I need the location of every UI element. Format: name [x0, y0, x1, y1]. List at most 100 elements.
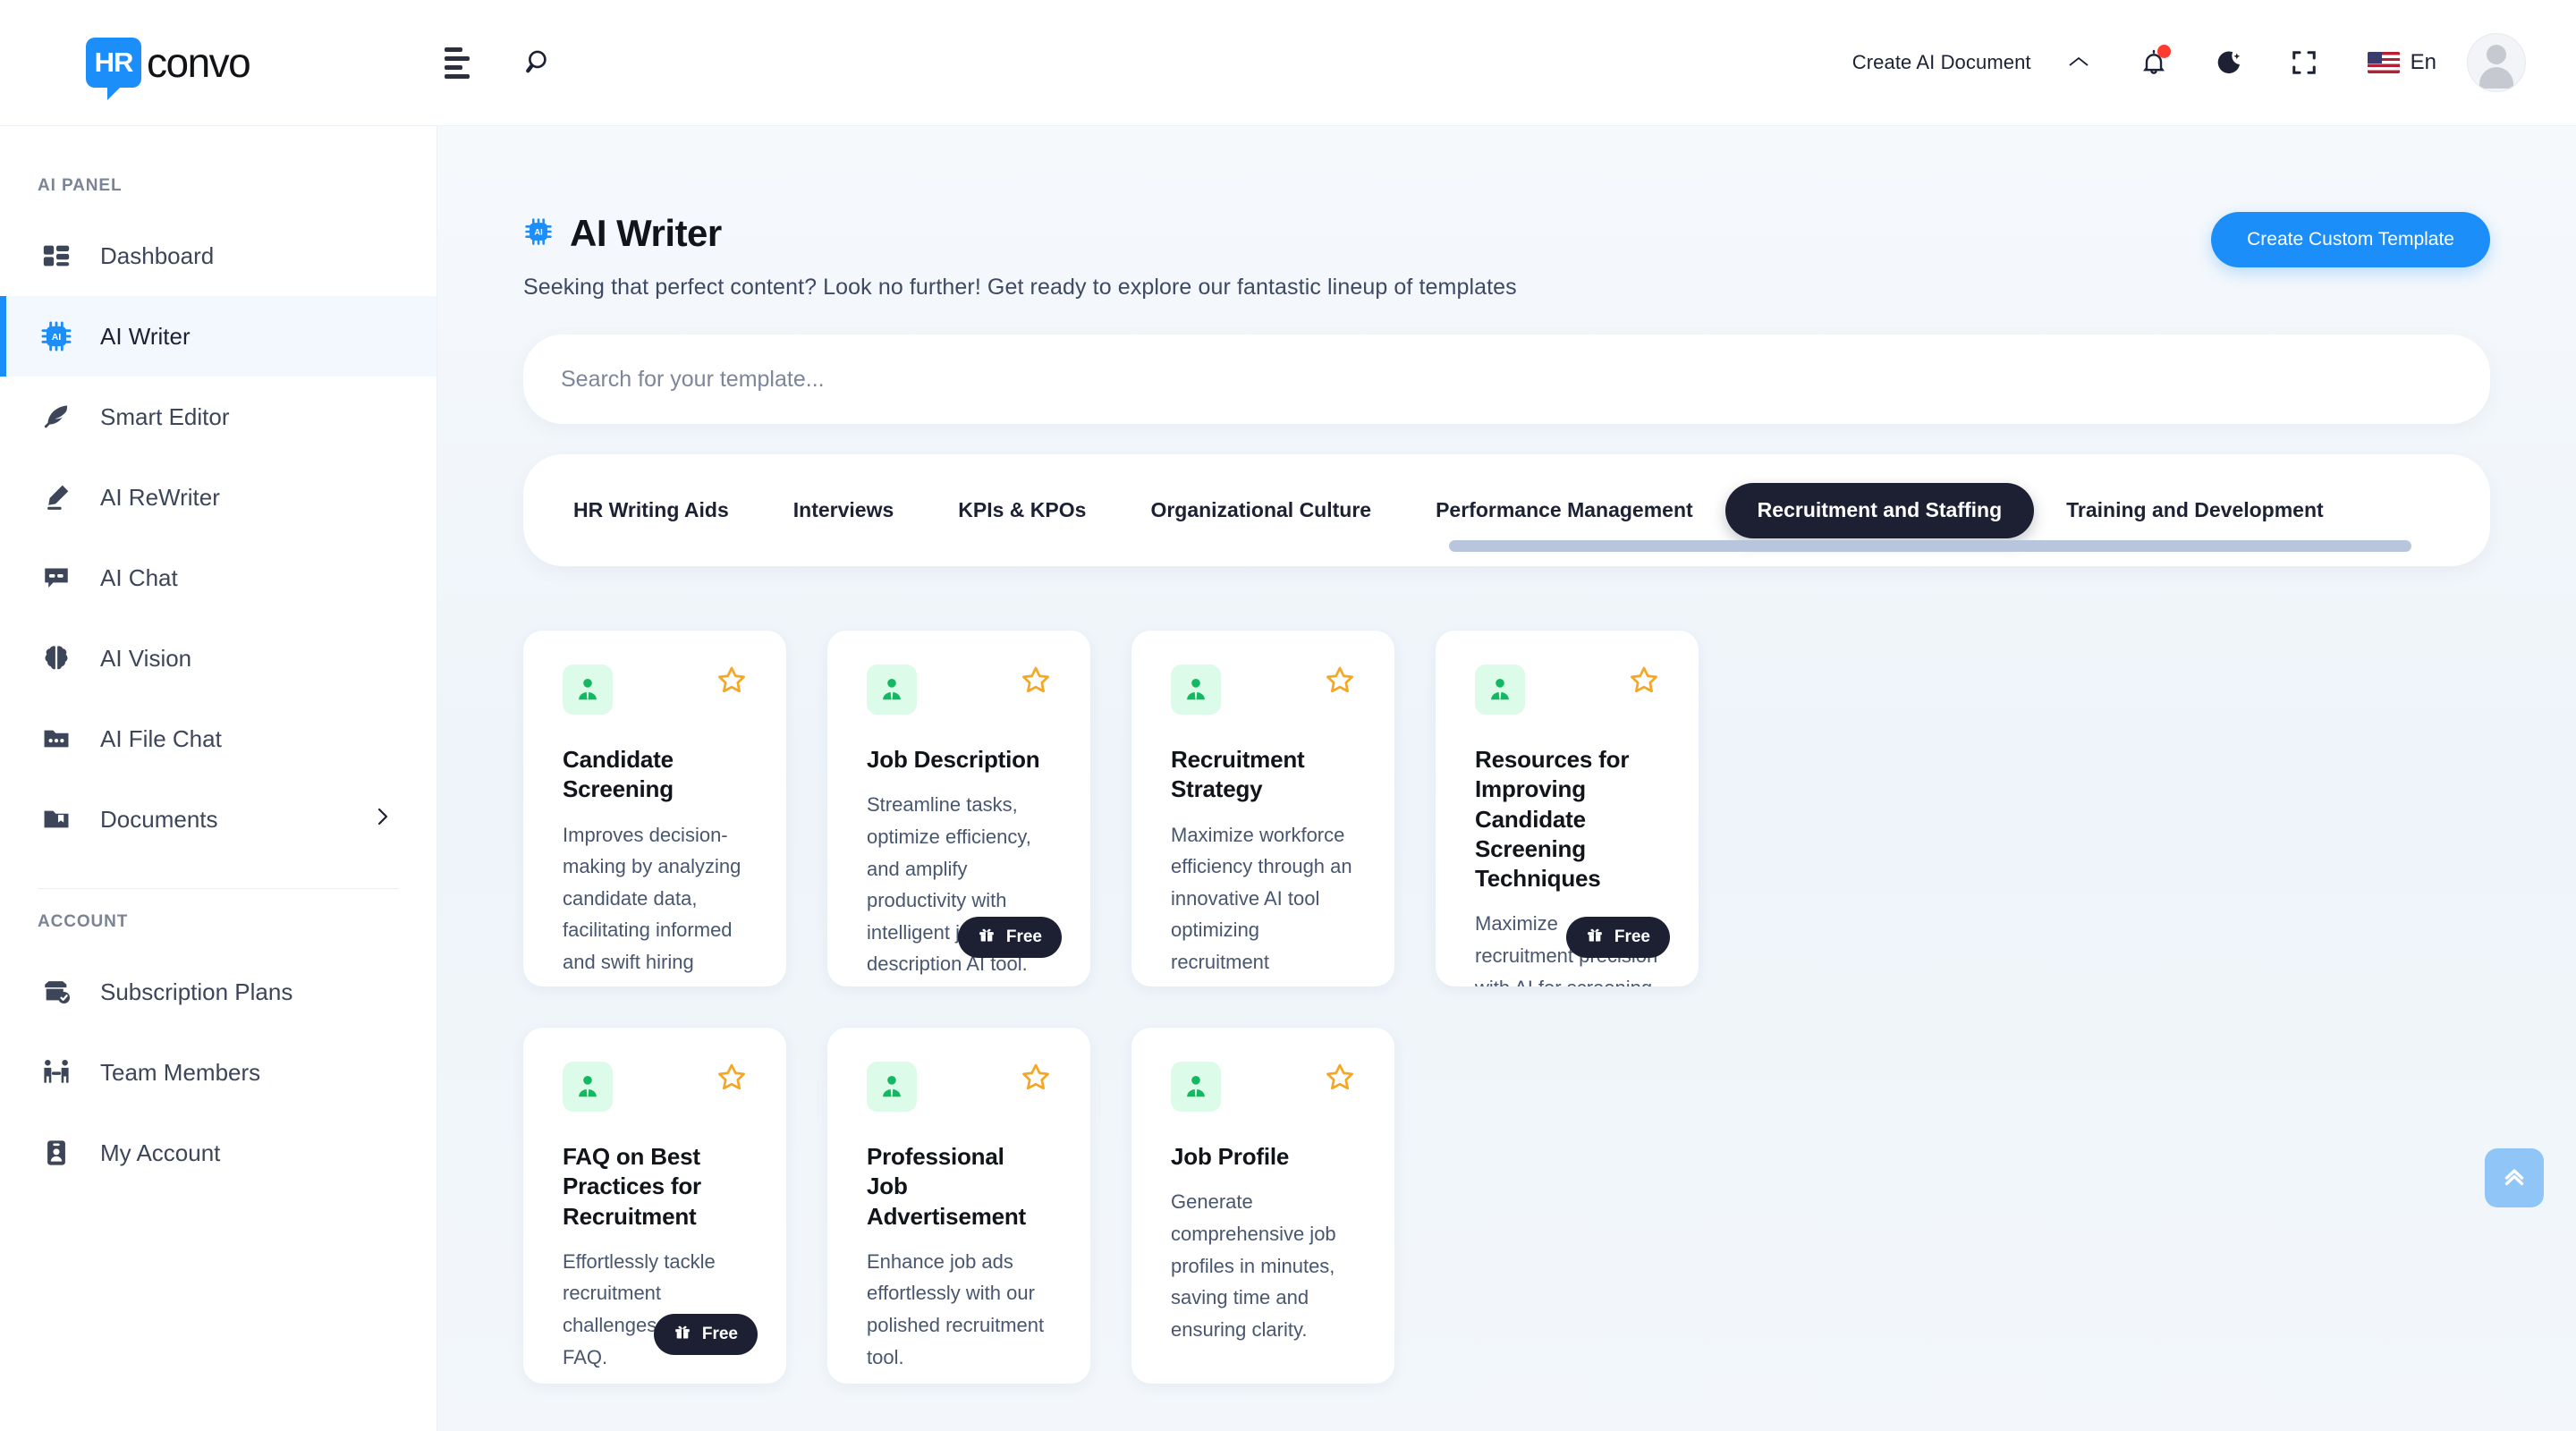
favorite-star-icon[interactable]	[1629, 665, 1659, 699]
language-selector[interactable]: En	[2367, 50, 2436, 75]
template-card[interactable]: Candidate Screening Improves decision-ma…	[523, 631, 786, 986]
business-person-icon	[867, 1062, 917, 1112]
sidebar-item-team-members[interactable]: Team Members	[0, 1032, 436, 1113]
sidebar-item-label: Documents	[100, 805, 218, 833]
sidebar-item-label: Team Members	[100, 1058, 261, 1086]
free-badge[interactable]: Free	[653, 1314, 758, 1355]
id-card-icon	[38, 1134, 75, 1172]
tab-performance-management[interactable]: Performance Management	[1403, 483, 1725, 538]
logo-wordmark: convo	[147, 39, 251, 86]
page-header: AI AI Writer Seeking that perfect conten…	[523, 212, 2490, 301]
category-tabs: HR Writing Aids Interviews KPIs & KPOs O…	[523, 454, 2490, 566]
free-badge[interactable]: Free	[1565, 917, 1670, 958]
favorite-star-icon[interactable]	[1325, 1062, 1355, 1097]
app-root: HR convo Create AI Document En AI PANEL …	[0, 0, 2576, 1431]
favorite-star-icon[interactable]	[1021, 1062, 1051, 1097]
chevron-up-icon[interactable]	[2067, 53, 2090, 72]
sidebar-item-ai-chat[interactable]: AI Chat	[0, 538, 436, 618]
topbar-left-icons	[437, 43, 559, 82]
template-card[interactable]: Resources for Improving Candidate Screen…	[1436, 631, 1699, 986]
favorite-star-icon[interactable]	[716, 1062, 747, 1097]
search-input[interactable]	[561, 366, 2453, 393]
feather-icon	[38, 398, 75, 436]
template-card[interactable]: Job Description Streamline tasks, optimi…	[827, 631, 1090, 986]
tab-organizational-culture[interactable]: Organizational Culture	[1118, 483, 1403, 538]
sidebar-section-ai-panel: AI PANEL Dashboard AI AI Writer Smart Ed…	[0, 153, 436, 859]
grid-icon	[38, 237, 75, 275]
tab-recruitment-and-staffing[interactable]: Recruitment and Staffing	[1724, 482, 2035, 538]
create-ai-document-button[interactable]: Create AI Document	[1852, 51, 2031, 74]
footer: Copyright © 2024 HR Convo. All rights re…	[523, 1384, 2490, 1431]
template-card[interactable]: FAQ on Best Practices for Recruitment Ef…	[523, 1028, 786, 1384]
sidebar-item-label: Subscription Plans	[100, 978, 293, 1005]
language-label: En	[2410, 50, 2436, 74]
sidebar-section-label: AI PANEL	[38, 176, 123, 195]
sidebar-item-ai-rewriter[interactable]: AI ReWriter	[0, 457, 436, 538]
box-check-icon	[38, 973, 75, 1011]
template-card-title: FAQ on Best Practices for Recruitment	[563, 1143, 701, 1230]
template-search-bar[interactable]	[523, 334, 2490, 424]
free-badge-label: Free	[1614, 927, 1650, 946]
sidebar-item-subscription-plans[interactable]: Subscription Plans	[0, 952, 436, 1032]
chat-bubble-icon	[38, 559, 75, 597]
avatar[interactable]	[2467, 33, 2526, 92]
tab-kpis-kpos[interactable]: KPIs & KPOs	[926, 483, 1118, 538]
sidebar-section-label: ACCOUNT	[38, 912, 129, 931]
business-person-icon	[563, 665, 613, 715]
sidebar-item-label: Smart Editor	[100, 402, 230, 430]
sidebar-item-label: AI ReWriter	[100, 483, 220, 511]
ai-chip-icon: AI	[523, 216, 554, 251]
template-card-description: Maximize workforce efficiency through an…	[1171, 823, 1352, 986]
template-card[interactable]: Professional Job Advertisement Enhance j…	[827, 1028, 1090, 1384]
page-title: AI Writer	[570, 212, 722, 254]
free-badge-label: Free	[1005, 927, 1042, 946]
search-icon[interactable]	[520, 43, 559, 82]
sidebar-item-label: Dashboard	[100, 241, 215, 269]
tabs-scrollbar[interactable]	[1449, 540, 2411, 552]
gift-icon	[674, 1323, 691, 1346]
favorite-star-icon[interactable]	[1021, 665, 1051, 699]
tab-interviews[interactable]: Interviews	[761, 483, 927, 538]
folder-dots-icon	[38, 720, 75, 758]
svg-text:AI: AI	[534, 227, 542, 236]
double-chevron-up-icon	[2499, 1161, 2529, 1196]
business-person-icon	[563, 1062, 613, 1112]
business-person-icon	[1171, 1062, 1221, 1112]
sidebar-item-label: My Account	[100, 1139, 221, 1166]
sidebar-item-my-account[interactable]: My Account	[0, 1113, 436, 1193]
topbar-right: Create AI Document En	[1852, 33, 2576, 92]
notifications-button[interactable]	[2130, 38, 2178, 87]
business-person-icon	[1475, 665, 1525, 715]
template-card-description: Enhance job ads effortlessly with our po…	[867, 1249, 1045, 1368]
favorite-star-icon[interactable]	[716, 665, 747, 699]
sidebar-item-dashboard[interactable]: Dashboard	[0, 216, 436, 296]
free-badge-label: Free	[701, 1325, 738, 1343]
moon-icon[interactable]	[2205, 38, 2253, 87]
fullscreen-icon[interactable]	[2280, 38, 2328, 87]
scroll-to-top-button[interactable]	[2485, 1148, 2544, 1207]
sidebar-item-ai-file-chat[interactable]: AI File Chat	[0, 699, 436, 779]
template-card-title: Job Profile	[1171, 1143, 1290, 1170]
template-card-title: Job Description	[867, 746, 1040, 773]
logo[interactable]: HR convo	[0, 38, 437, 100]
template-card-title: Recruitment Strategy	[1171, 746, 1305, 803]
menu-icon[interactable]	[437, 43, 477, 82]
template-card[interactable]: Recruitment Strategy Maximize workforce …	[1131, 631, 1394, 986]
template-card-title: Professional Job Advertisement	[867, 1143, 1027, 1230]
logo-mark-icon: HR	[86, 38, 141, 100]
sidebar-item-label: AI Chat	[100, 563, 178, 591]
sidebar-item-documents[interactable]: Documents	[0, 779, 436, 859]
page-subtitle: Seeking that perfect content? Look no fu…	[523, 275, 1517, 300]
sidebar-item-label: AI Vision	[100, 644, 192, 672]
sidebar-item-smart-editor[interactable]: Smart Editor	[0, 377, 436, 457]
free-badge[interactable]: Free	[957, 917, 1062, 958]
tab-hr-writing-aids[interactable]: HR Writing Aids	[541, 483, 761, 538]
template-card[interactable]: Job Profile Generate comprehensive job p…	[1131, 1028, 1394, 1384]
business-person-icon	[1171, 665, 1221, 715]
sidebar-item-ai-vision[interactable]: AI Vision	[0, 618, 436, 699]
sidebar-item-ai-writer[interactable]: AI AI Writer	[0, 296, 436, 377]
pencil-icon	[38, 478, 75, 516]
favorite-star-icon[interactable]	[1325, 665, 1355, 699]
tab-training-and-development[interactable]: Training and Development	[2034, 483, 2356, 538]
create-custom-template-button[interactable]: Create Custom Template	[2211, 212, 2490, 267]
